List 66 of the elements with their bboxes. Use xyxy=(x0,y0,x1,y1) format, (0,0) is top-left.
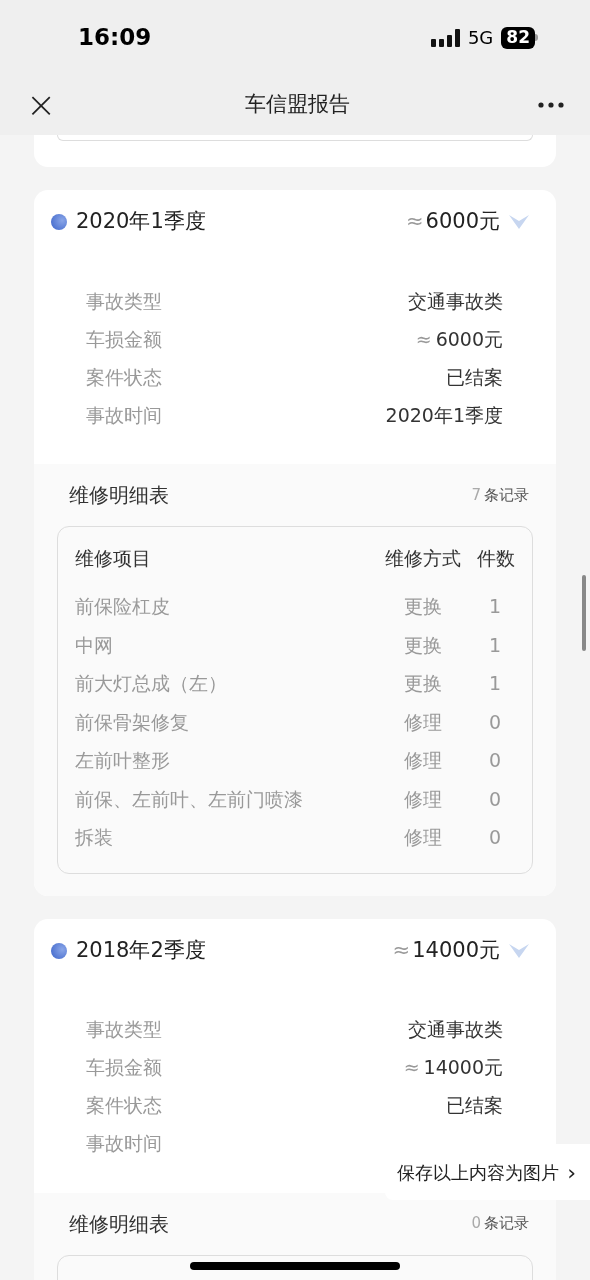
detail-label: 车损金额 xyxy=(86,1055,162,1081)
detail-label: 车损金额 xyxy=(86,326,162,352)
detail-value: 14000元 xyxy=(423,1055,503,1081)
record-count: 0 xyxy=(471,1213,481,1235)
table-cell-text: 修理 xyxy=(403,825,443,850)
table-cell-text: 1 xyxy=(487,632,503,658)
table-cell-text: 前大灯总成（左） xyxy=(75,671,228,696)
scrollbar-icon xyxy=(582,575,586,651)
network-label: 5G xyxy=(467,26,494,50)
table-cell-text: 修理 xyxy=(403,709,443,735)
record-amount: 14000元 xyxy=(412,936,500,964)
bullet-icon xyxy=(51,942,67,959)
approx-sign: ≈ xyxy=(392,936,411,964)
column-header: 件数 xyxy=(476,545,515,571)
approx-sign: ≈ xyxy=(415,326,432,352)
more-icon[interactable] xyxy=(538,102,564,108)
detail-value: 交通事故类 xyxy=(408,1017,503,1043)
record-unit: 条记录 xyxy=(484,484,529,506)
record-period: 2018年2季度 xyxy=(76,936,206,964)
save-image-button[interactable]: 保存以上内容为图片 › xyxy=(385,1144,590,1200)
detail-label: 案件状态 xyxy=(86,1093,162,1119)
detail-value: 已结案 xyxy=(446,1093,503,1119)
column-header: 维修方式 xyxy=(384,545,462,571)
table-cell-text: 修理 xyxy=(403,748,443,773)
table-cell-text: 修理 xyxy=(403,786,443,812)
detail-value: 2020年1季度 xyxy=(385,402,503,428)
detail-label: 事故时间 xyxy=(86,1131,162,1157)
table-cell-text: 前保险杠皮 xyxy=(75,594,171,619)
page-title: 车信盟报告 xyxy=(243,91,351,119)
table-cell-text: 0 xyxy=(487,709,503,735)
table-cell-text: 0 xyxy=(487,786,503,812)
chevron-down-icon[interactable] xyxy=(508,941,530,960)
table-cell-text: 中网 xyxy=(75,632,114,658)
detail-label: 事故类型 xyxy=(86,1017,162,1043)
record-unit: 条记录 xyxy=(484,1213,529,1235)
table-cell-text: 更换 xyxy=(403,671,443,696)
detail-value: 交通事故类 xyxy=(408,288,503,314)
table-cell-text: 1 xyxy=(487,671,503,696)
bullet-icon xyxy=(51,214,67,230)
battery-icon: 82 xyxy=(501,26,538,49)
section-title: 维修明细表 xyxy=(69,482,169,509)
status-time: 16:09 xyxy=(78,23,152,53)
section-title: 维修明细表 xyxy=(69,1210,169,1238)
detail-value: 6000元 xyxy=(435,326,503,352)
record-amount: 6000元 xyxy=(425,208,500,236)
approx-sign: ≈ xyxy=(405,208,424,236)
table-cell-text: 拆装 xyxy=(75,825,114,850)
detail-label: 事故时间 xyxy=(86,402,162,428)
table-cell-text: 更换 xyxy=(403,632,443,658)
close-button[interactable]: × xyxy=(26,87,57,123)
detail-label: 事故类型 xyxy=(86,288,162,314)
table-cell-text: 前保、左前叶、左前门喷漆 xyxy=(75,786,304,812)
record-count: 7 xyxy=(471,484,481,506)
approx-sign: ≈ xyxy=(403,1055,420,1081)
table-cell-text: 左前叶整形 xyxy=(75,748,171,773)
table-cell-text: 0 xyxy=(487,748,503,773)
detail-value: 已结案 xyxy=(446,364,503,390)
table-cell-text: 前保骨架修复 xyxy=(75,709,190,735)
record-period: 2020年1季度 xyxy=(76,208,206,236)
table-cell-text: 0 xyxy=(487,825,503,850)
signal-icon xyxy=(430,28,461,47)
detail-label: 案件状态 xyxy=(86,364,162,390)
table-cell-text: 更换 xyxy=(403,594,443,619)
column-header: 维修项目 xyxy=(75,545,152,571)
chevron-down-icon[interactable] xyxy=(508,213,530,231)
table-cell-text: 1 xyxy=(487,594,503,619)
